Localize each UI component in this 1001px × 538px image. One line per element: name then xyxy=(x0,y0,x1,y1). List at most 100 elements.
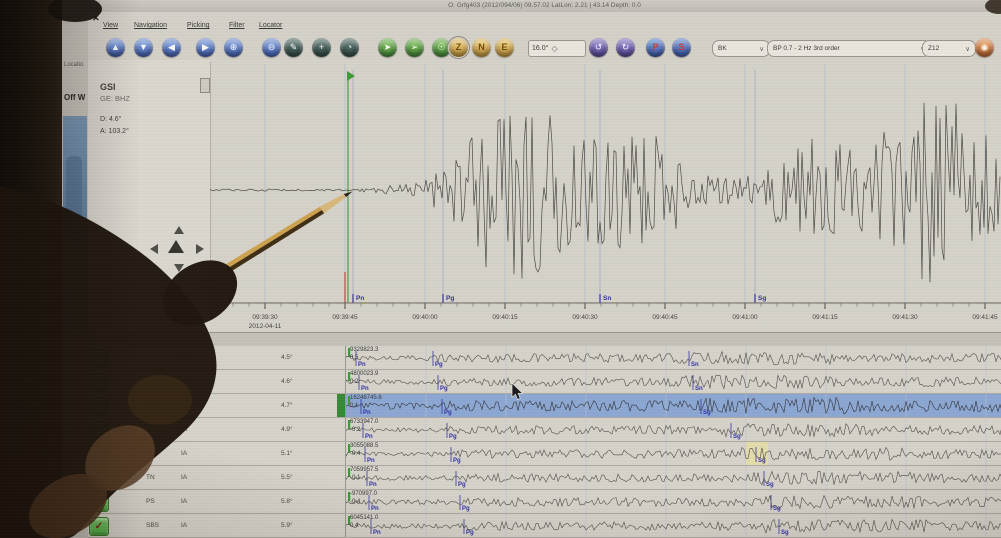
phase-label: Sg xyxy=(766,482,774,488)
row-amplitude: -970997.0 xyxy=(350,490,377,498)
row-offset: -0.1 xyxy=(350,474,378,482)
pan-up-button-glyph: ▲ xyxy=(111,43,120,52)
splitter-handle-icon[interactable] xyxy=(200,78,210,93)
row-seismogram[interactable]: PnPgSg xyxy=(345,394,1001,417)
row-network-code: IA xyxy=(181,498,187,505)
rotate-cw-button[interactable]: ↻ xyxy=(616,38,635,57)
row-offset: 0.1 xyxy=(350,402,382,410)
trace-row[interactable]: ✓IA4.9°PnPgSg6733947.0-0.2 xyxy=(88,418,1001,442)
selected-row-marker xyxy=(337,394,345,417)
menu-navigation[interactable]: Navigation xyxy=(134,22,167,29)
row-amplitude: 7059957.5 xyxy=(350,466,378,474)
time-window-button[interactable]: ◔ xyxy=(340,38,359,57)
phase-label: Pn xyxy=(367,458,375,464)
pick-tool-button-glyph: ✎ xyxy=(290,43,298,52)
home-button[interactable] xyxy=(168,240,184,253)
trace-row[interactable]: ✓ SBS IA 5.9° PnPgSg6045141.00.4 xyxy=(88,514,1001,538)
pick-p-button[interactable]: P xyxy=(646,38,665,57)
row-network-code: IA xyxy=(181,378,187,385)
date-label: 2012-04-11 xyxy=(249,323,282,330)
filter-dropdown[interactable]: BP 0.7 - 2 Hz 3rd order∨ xyxy=(767,40,931,57)
scroll-up-button[interactable] xyxy=(174,226,184,234)
row-seismogram[interactable]: PnPgSg xyxy=(345,418,1001,441)
phase-label: Pn xyxy=(369,482,377,488)
row-seismogram[interactable]: PnPgSg xyxy=(345,490,1001,513)
row-amplitude: 6045141.0 xyxy=(350,514,378,522)
row-network-code: IA xyxy=(181,354,187,361)
pan-down-button-glyph: ▼ xyxy=(139,43,148,52)
scroll-right-button[interactable] xyxy=(196,244,204,254)
row-station-code: GE xyxy=(146,402,155,409)
trace-row[interactable]: ✓GEIA4.7°PnPgSg16246745.60.1 xyxy=(88,394,1001,418)
row-station-code: BI xyxy=(146,450,152,457)
trace-row[interactable]: ✓IA4.6°PnPgSn4800023.90.2 xyxy=(88,370,1001,394)
menu-locator[interactable]: Locator xyxy=(259,22,282,29)
row-offset: 0.2 xyxy=(350,378,378,386)
time-label: 09:39:30 xyxy=(252,314,278,321)
zoom-in-button[interactable]: ⊕ xyxy=(224,38,243,57)
menu-filter[interactable]: Filter xyxy=(229,22,245,29)
seismogram-trace xyxy=(346,352,1001,365)
row-seismogram[interactable]: PnPgSn xyxy=(345,346,1001,369)
row-amplitude: 6733947.0 xyxy=(350,418,378,426)
row-distance: 5.9° xyxy=(281,522,293,529)
row-offset: 0.5 xyxy=(350,354,378,362)
rotate-ccw-button[interactable]: ↺ xyxy=(589,38,608,57)
apply-button[interactable]: ➤ xyxy=(378,38,397,57)
row-offset: -0.4 xyxy=(350,498,377,506)
time-window-button-glyph: ◔ xyxy=(347,43,352,52)
trace-enabled-checkbox[interactable]: ✓ xyxy=(89,445,109,464)
dropdown-value: BP 0.7 - 2 Hz 3rd order xyxy=(773,45,840,52)
main-seismogram-canvas[interactable]: PnPgSnSg09:39:3009:39:4509:40:0009:40:15… xyxy=(210,60,1001,332)
trace-row[interactable]: ✓PSIA5.8°PnPgSg-970997.0-0.4 xyxy=(88,490,1001,514)
trace-row[interactable]: ✓IA4.5°PnPgSn9329823.30.5 xyxy=(88,346,1001,370)
app-logo-button[interactable]: ◉ xyxy=(975,38,994,57)
add-pick-button[interactable]: + xyxy=(312,38,331,57)
trace-enabled-checkbox[interactable]: ✓ xyxy=(89,373,109,392)
component-n-button[interactable]: N xyxy=(472,38,491,57)
component-z-button[interactable]: Z xyxy=(449,38,468,57)
trace-enabled-checkbox[interactable]: ✓ xyxy=(89,349,109,368)
next-trace-button[interactable]: ➢ xyxy=(405,38,424,57)
row-seismogram[interactable]: PnPgSg xyxy=(345,466,1001,489)
component-e-button[interactable]: E xyxy=(495,38,514,57)
stream-code: GE: BHZ xyxy=(100,94,130,103)
trace-enabled-checkbox[interactable]: ✓ xyxy=(89,517,109,536)
trace-enabled-checkbox[interactable]: ✓ xyxy=(89,421,109,440)
phase-label: Pg xyxy=(446,295,454,302)
row-seismogram[interactable]: PnPgSn xyxy=(345,370,1001,393)
row-amplitude: 4800023.9 xyxy=(350,370,378,378)
trace-enabled-checkbox[interactable]: ✓ xyxy=(89,397,109,416)
row-station-code: SBS xyxy=(146,522,159,529)
off-w-button[interactable]: Off W xyxy=(64,93,85,102)
trace-row[interactable]: ✓TNIA5.5°PnPgSg7059957.5-0.1 xyxy=(88,466,1001,490)
row-seismogram[interactable]: PnPgSg xyxy=(345,514,1001,537)
network-dropdown[interactable]: BK∨ xyxy=(712,40,770,57)
zoom-out-button[interactable]: ⊖ xyxy=(262,38,281,57)
scroll-down-button[interactable] xyxy=(174,264,184,272)
dropdown-value: Z12 xyxy=(928,45,939,52)
row-network-code: IA xyxy=(181,522,187,529)
trace-enabled-checkbox[interactable]: ✓ xyxy=(89,469,109,488)
pick-tool-button[interactable]: ✎ xyxy=(284,38,303,57)
row-amplitude: 16246745.6 xyxy=(350,394,382,402)
row-offset: 0.4 xyxy=(350,522,378,530)
scroll-left-button[interactable] xyxy=(150,244,158,254)
pan-left-button[interactable]: ◀ xyxy=(162,38,181,57)
pan-down-button[interactable]: ▼ xyxy=(134,38,153,57)
rotation-angle-spinner[interactable]: 16.0°◇ xyxy=(528,40,586,57)
row-seismogram[interactable]: PnPgSg xyxy=(345,442,1001,465)
seismogram-trace xyxy=(346,471,1001,484)
row-offset: -0.4 xyxy=(350,450,378,458)
azimuth-value: A: 103.2° xyxy=(100,128,129,135)
pan-up-button[interactable]: ▲ xyxy=(106,38,125,57)
menu-picking[interactable]: Picking xyxy=(187,22,210,29)
pick-s-button[interactable]: S xyxy=(672,38,691,57)
trace-row[interactable]: ✓BIIA5.1°PnPgSg3055088.5-0.4 xyxy=(88,442,1001,466)
menu-view[interactable]: View xyxy=(103,22,118,29)
app-logo-button-glyph: ◉ xyxy=(981,43,989,52)
monitor-screen: Locatio Off W O: Grfg403 (2012/094/06) 0… xyxy=(62,0,1001,538)
pan-right-button[interactable]: ▶ xyxy=(196,38,215,57)
rotation-dropdown[interactable]: Z12∨ xyxy=(922,40,976,57)
trace-enabled-checkbox[interactable]: ✓ xyxy=(89,493,109,512)
